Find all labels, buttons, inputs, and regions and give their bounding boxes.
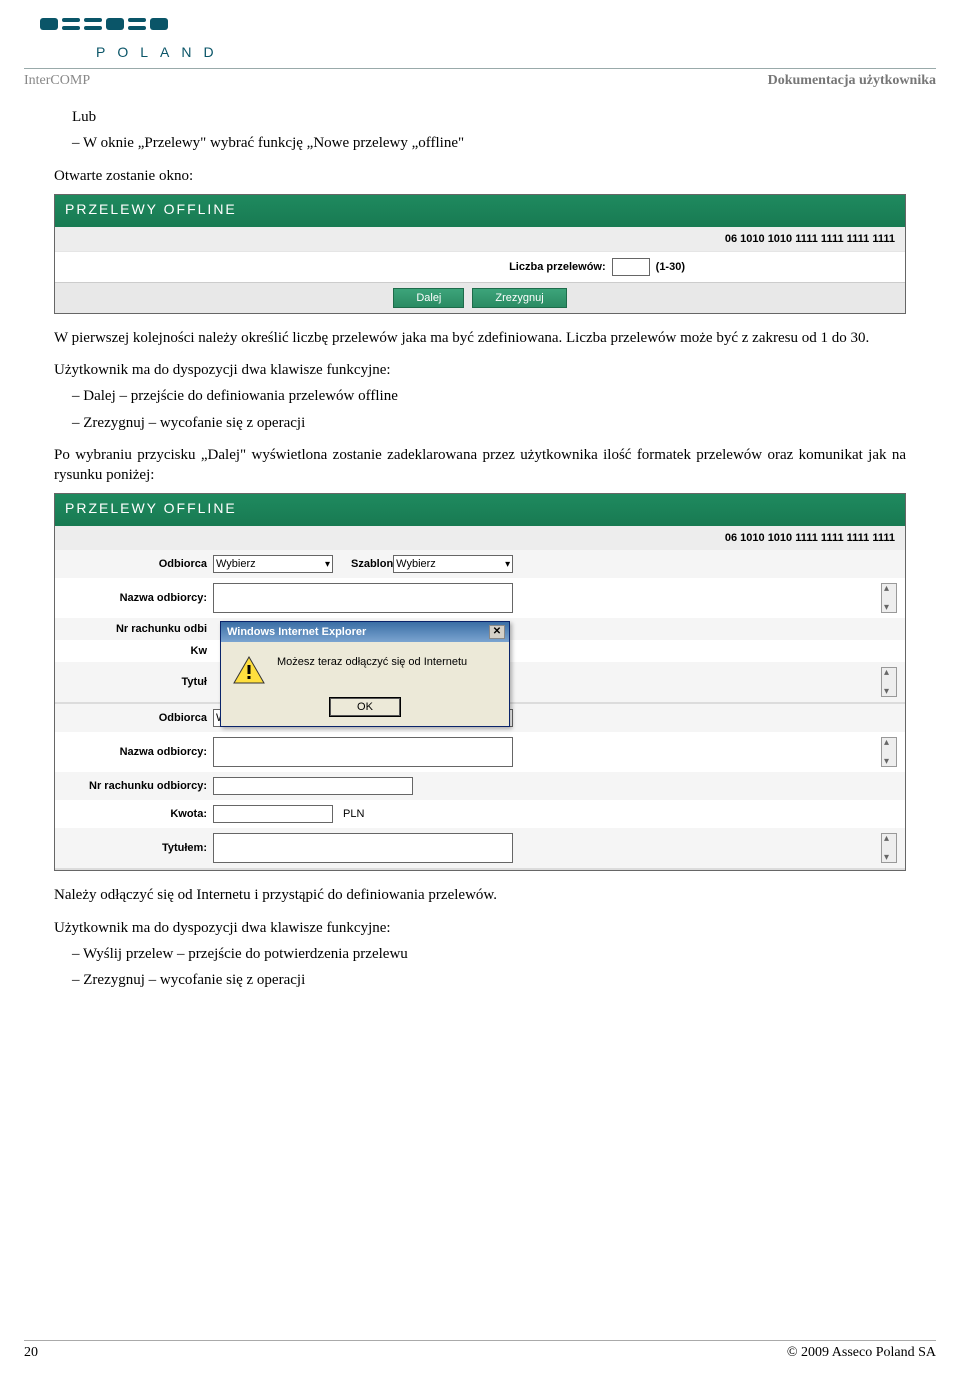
- page-footer: 20 © 2009 Asseco Poland SA: [24, 1340, 936, 1361]
- text-lub: Lub: [72, 107, 906, 127]
- row-nazwa-1: Nazwa odbiorcy:: [55, 578, 905, 618]
- shot1-title: PRZELEWY OFFLINE: [55, 195, 905, 227]
- nr-label-2: Nr rachunku odbiorcy:: [63, 780, 213, 792]
- dialog-titlebar: Windows Internet Explorer ✕: [221, 622, 509, 642]
- shot1-account: 06 1010 1010 1111 1111 1111 1111: [55, 227, 905, 251]
- para3: Po wybraniu przycisku „Dalej" wyświetlon…: [54, 445, 906, 486]
- nazwa-label-1: Nazwa odbiorcy:: [63, 592, 213, 604]
- para1: W pierwszej kolejności należy określić l…: [54, 328, 906, 348]
- header-left: InterCOMP: [24, 73, 90, 89]
- szablon-select-1[interactable]: [393, 555, 513, 573]
- odbiorca-label: Odbiorca: [63, 558, 213, 570]
- nazwa-input-2[interactable]: [213, 737, 513, 767]
- scrollbar-icon[interactable]: [881, 583, 897, 613]
- dialog-title: Windows Internet Explorer: [227, 626, 366, 638]
- logo-area: POLAND: [0, 0, 960, 64]
- ok-button[interactable]: OK: [330, 698, 400, 716]
- shot1-count-row: Liczba przelewów: (1-30): [55, 251, 905, 282]
- row-tytul-2: Tytułem:: [55, 828, 905, 868]
- scrollbar-icon[interactable]: [881, 667, 897, 697]
- count-label: Liczba przelewów:: [509, 261, 606, 273]
- para2: Użytkownik ma do dyspozycji dwa klawisze…: [54, 360, 906, 380]
- row-nr-2: Nr rachunku odbiorcy:: [55, 772, 905, 800]
- shot2-account: 06 1010 1010 1111 1111 1111 1111: [55, 526, 905, 550]
- nr-label-1: Nr rachunku odbi: [63, 623, 213, 635]
- tytul-label-2: Tytułem:: [63, 842, 213, 854]
- kwota-label-1: Kw: [63, 645, 213, 657]
- text-otwarte: Otwarte zostanie okno:: [54, 166, 906, 186]
- bullet-2b: Zrezygnuj – wycofanie się z operacji: [86, 413, 906, 433]
- scrollbar-icon[interactable]: [881, 833, 897, 863]
- brand-logo: [40, 10, 960, 41]
- nazwa-input-1[interactable]: [213, 583, 513, 613]
- row-odbiorca-1: Odbiorca Szablon: [55, 550, 905, 578]
- scrollbar-icon[interactable]: [881, 737, 897, 767]
- bullet-5a: Wyślij przelew – przejście do potwierdze…: [86, 944, 906, 964]
- nazwa-label-2: Nazwa odbiorcy:: [63, 746, 213, 758]
- pln-label: PLN: [343, 808, 364, 820]
- ie-dialog: Windows Internet Explorer ✕ Możesz teraz…: [220, 621, 510, 727]
- shot2-title: PRZELEWY OFFLINE: [55, 494, 905, 526]
- bullet-5b: Zrezygnuj – wycofanie się z operacji: [86, 970, 906, 990]
- brand-sub: POLAND: [96, 44, 960, 60]
- dialog-message: Możesz teraz odłączyć się od Internetu: [277, 656, 467, 668]
- next-button[interactable]: Dalej: [393, 288, 464, 308]
- header-right: Dokumentacja użytkownika: [768, 73, 936, 89]
- shot1-buttons: Dalej Zrezygnuj: [55, 282, 905, 313]
- odbiorca-select-1[interactable]: [213, 555, 333, 573]
- row-nazwa-2: Nazwa odbiorcy:: [55, 732, 905, 772]
- kwota-input-2[interactable]: [213, 805, 333, 823]
- row-kwota-2: Kwota: PLN: [55, 800, 905, 828]
- bullet-1: W oknie „Przelewy" wybrać funkcję „Nowe …: [86, 133, 906, 153]
- szablon-label-1: Szablon: [351, 558, 393, 570]
- para4: Należy odłączyć się od Internetu i przys…: [54, 885, 906, 905]
- warning-icon: [233, 656, 265, 684]
- odbiorca-label-2: Odbiorca: [63, 712, 213, 724]
- cancel-button[interactable]: Zrezygnuj: [472, 288, 566, 308]
- tytul-input-2[interactable]: [213, 833, 513, 863]
- count-input[interactable]: [612, 258, 650, 276]
- screenshot-1: PRZELEWY OFFLINE 06 1010 1010 1111 1111 …: [54, 194, 906, 314]
- tytul-label-1: Tytuł: [63, 676, 213, 688]
- copyright: © 2009 Asseco Poland SA: [787, 1345, 936, 1361]
- close-icon[interactable]: ✕: [489, 625, 505, 639]
- bullet-2a: Dalej – przejście do definiowania przele…: [86, 386, 906, 406]
- para5: Użytkownik ma do dyspozycji dwa klawisze…: [54, 918, 906, 938]
- page-header: InterCOMP Dokumentacja użytkownika: [0, 69, 960, 89]
- count-hint: (1-30): [656, 261, 685, 273]
- nr-input-2[interactable]: [213, 777, 413, 795]
- page-number: 20: [24, 1345, 38, 1361]
- kwota-label-2: Kwota:: [63, 808, 213, 820]
